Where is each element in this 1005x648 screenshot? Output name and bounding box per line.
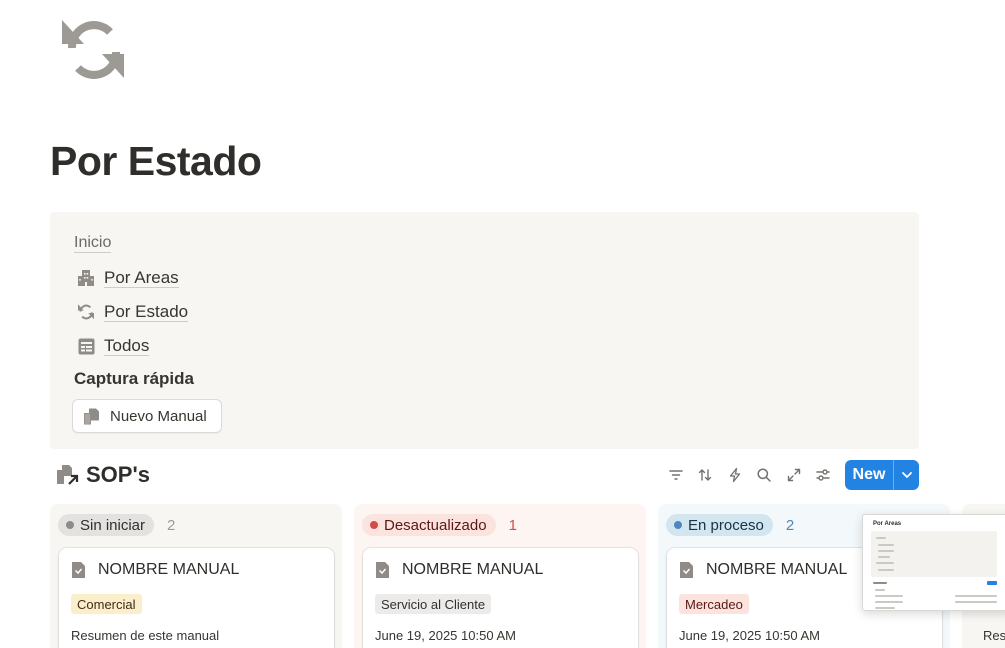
card-title: NOMBRE MANUAL [679, 561, 847, 579]
thumbnail-new-button [987, 581, 997, 585]
thumbnail-callout [871, 531, 997, 577]
document-link-icon [56, 463, 80, 487]
thumbnail-line [955, 601, 997, 603]
search-icon[interactable] [750, 460, 780, 490]
rotate-arrows-icon [76, 302, 96, 322]
nav-link-label: Todos [104, 336, 150, 356]
status-dot [674, 521, 682, 529]
card-subtitle: Resumen de este manual [71, 628, 220, 643]
thumbnail-line [875, 601, 903, 603]
automation-bolt-icon[interactable] [720, 460, 750, 490]
document-icon [71, 561, 87, 579]
column-count: 2 [785, 516, 795, 534]
column-count: 2 [167, 516, 176, 534]
status-badge[interactable]: Sin iniciar [58, 514, 155, 536]
document-stack-icon [83, 407, 101, 425]
thumbnail-line [875, 589, 885, 591]
thumbnail-line [955, 595, 997, 597]
chevron-down-icon[interactable] [894, 460, 919, 490]
settings-sliders-icon[interactable] [809, 460, 839, 490]
area-tag: Mercadeo [679, 594, 749, 614]
card-title-label: NOMBRE MANUAL [706, 561, 848, 578]
document-icon [375, 561, 391, 579]
status-label: Desactualizado [384, 516, 487, 534]
column-header: En proceso 2 [666, 514, 794, 536]
board-column-desactualizado: Desactualizado 1 NOMBRE MANUAL Servicio … [354, 504, 646, 648]
sort-icon[interactable] [691, 460, 721, 490]
thumbnail-title: Por Areas [873, 521, 902, 527]
thumbnail-line [878, 556, 890, 558]
nav-link-por-areas[interactable]: Por Areas [76, 266, 179, 290]
nav-link-por-estado[interactable]: Por Estado [76, 300, 189, 324]
nuevo-manual-button[interactable]: Nuevo Manual [72, 399, 222, 433]
status-dot [370, 521, 378, 529]
card-title: NOMBRE MANUAL [375, 561, 543, 579]
capture-heading: Captura rápida [74, 369, 194, 388]
board-card[interactable]: NOMBRE MANUAL Comercial Resumen de este … [59, 548, 334, 648]
nuevo-manual-label: Nuevo Manual [110, 407, 207, 425]
notion-page: Por Estado Inicio Por Areas Por Estado T… [0, 0, 1005, 648]
table-icon [76, 336, 96, 356]
card-subtitle: June 19, 2025 10:50 AM [679, 628, 820, 643]
building-icon [76, 268, 96, 288]
rotate-arrows-icon[interactable] [58, 18, 128, 82]
database-toolbar: New [661, 460, 919, 490]
status-label: Sin iniciar [80, 516, 146, 534]
column-count: 1 [508, 516, 517, 534]
nav-link-todos[interactable]: Todos [76, 334, 150, 358]
thumbnail-line [878, 544, 894, 546]
thumbnail-line [875, 595, 903, 597]
card-title-label: NOMBRE MANUAL [402, 561, 544, 578]
card-subtitle: Res [983, 628, 1005, 643]
document-icon [679, 561, 695, 579]
status-badge[interactable]: En proceso [666, 514, 773, 536]
board-column-sin-iniciar: Sin iniciar 2 NOMBRE MANUAL Comercial Re… [50, 504, 342, 648]
thumbnail-line [873, 582, 887, 584]
thumbnail-line [878, 569, 894, 571]
database-header: SOP's New [50, 458, 919, 492]
card-title-label: NOMBRE MANUAL [98, 561, 240, 578]
thumbnail-line [876, 537, 886, 539]
thumbnail-line [878, 550, 894, 552]
new-record-button[interactable]: New [845, 460, 919, 490]
status-label: En proceso [688, 516, 764, 534]
new-button-label: New [852, 466, 886, 483]
card-title: NOMBRE MANUAL [71, 561, 239, 579]
nav-link-label: Por Areas [104, 268, 179, 288]
page-preview-thumbnail[interactable]: Por Areas [862, 514, 1005, 611]
card-subtitle: June 19, 2025 10:50 AM [375, 628, 516, 643]
inicio-link[interactable]: Inicio [74, 234, 112, 253]
filter-icon[interactable] [661, 460, 691, 490]
database-title-label: SOP's [86, 462, 150, 487]
page-title: Por Estado [50, 138, 262, 184]
area-tag: Comercial [71, 594, 142, 614]
column-header: Desactualizado 1 [362, 514, 517, 536]
nav-link-label: Por Estado [104, 302, 189, 322]
area-tag: Servicio al Cliente [375, 594, 492, 614]
database-title[interactable]: SOP's [56, 462, 150, 488]
thumbnail-line [875, 607, 895, 609]
status-badge[interactable]: Desactualizado [362, 514, 496, 536]
column-header: Sin iniciar 2 [58, 514, 175, 536]
navigation-callout: Inicio Por Areas Por Estado Todos Captur… [50, 212, 919, 449]
board-card[interactable]: NOMBRE MANUAL Servicio al Cliente June 1… [363, 548, 638, 648]
thumbnail-line [876, 562, 894, 564]
status-dot [66, 521, 74, 529]
expand-icon[interactable] [779, 460, 809, 490]
